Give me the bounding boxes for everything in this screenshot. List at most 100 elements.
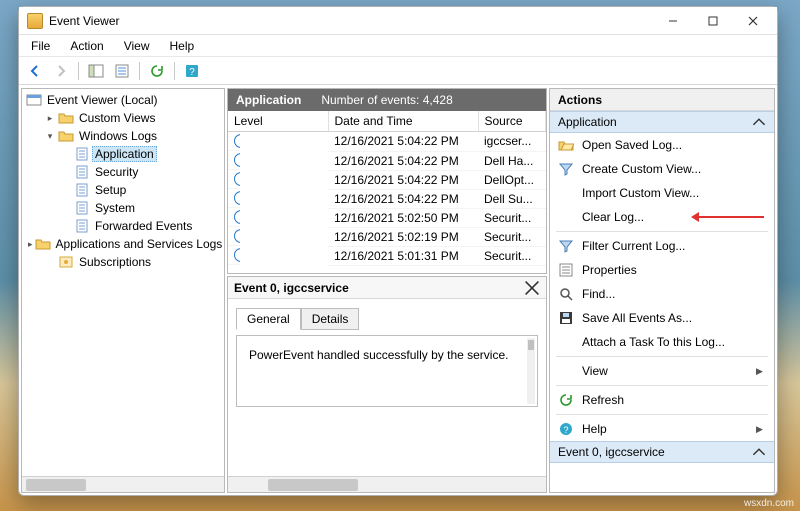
menu-action[interactable]: Action xyxy=(62,37,111,55)
information-icon: i xyxy=(234,229,240,243)
tree-item[interactable]: Security xyxy=(22,163,224,181)
expander-icon[interactable]: ▸ xyxy=(44,112,56,124)
tree-item-label: Security xyxy=(92,164,141,180)
tab-details[interactable]: Details xyxy=(301,308,360,330)
actions-group-application[interactable]: Application xyxy=(550,111,774,133)
tree-item[interactable]: System xyxy=(22,199,224,217)
action-label: Attach a Task To this Log... xyxy=(582,335,766,349)
event-row[interactable]: iInformation12/16/2021 5:01:31 PMSecurit… xyxy=(228,246,546,265)
event-detail-title: Event 0, igccservice xyxy=(234,281,349,295)
col-level[interactable]: Level xyxy=(228,111,328,132)
tree-item[interactable]: ▾ Windows Logs xyxy=(22,127,224,145)
tree-item[interactable]: ▸Applications and Services Logs xyxy=(22,235,224,253)
action-open-saved-log[interactable]: Open Saved Log... xyxy=(550,133,774,157)
toolbar-separator xyxy=(139,62,140,80)
watermark: wsxdn.com xyxy=(744,498,794,509)
action-label: View xyxy=(582,364,748,378)
nav-back-button[interactable] xyxy=(23,60,47,82)
action-label: Import Custom View... xyxy=(582,186,766,200)
nav-forward-button xyxy=(49,60,73,82)
annotation-arrow xyxy=(694,216,764,218)
chevron-right-icon: ▶ xyxy=(756,424,766,435)
tab-general[interactable]: General xyxy=(236,308,301,330)
properties-button[interactable] xyxy=(110,60,134,82)
separator xyxy=(556,414,768,415)
action-save-all-events-as[interactable]: Save All Events As... xyxy=(550,306,774,330)
minimize-button[interactable] xyxy=(653,10,693,32)
actions-group-event[interactable]: Event 0, igccservice xyxy=(550,441,774,463)
menu-help[interactable]: Help xyxy=(162,37,203,55)
action-help[interactable]: ?Help▶ xyxy=(550,417,774,441)
tree-item-label: Subscriptions xyxy=(76,254,154,270)
tree-item-label: Custom Views xyxy=(76,110,158,126)
action-clear-log[interactable]: Clear Log... xyxy=(550,205,774,229)
svg-text:?: ? xyxy=(563,425,568,435)
event-row[interactable]: iInformation12/16/2021 5:02:50 PMSecurit… xyxy=(228,208,546,227)
find-icon xyxy=(558,286,574,302)
collapse-icon[interactable] xyxy=(752,115,766,129)
expander-icon xyxy=(60,166,72,178)
app-icon xyxy=(27,13,43,29)
folder-icon xyxy=(35,236,51,252)
information-icon: i xyxy=(234,134,240,148)
col-datetime[interactable]: Date and Time xyxy=(328,111,478,132)
close-detail-button[interactable] xyxy=(524,280,540,296)
close-button[interactable] xyxy=(733,10,773,32)
main-split: Event Viewer (Local) ▸ Custom Views ▾ Windo… xyxy=(19,85,777,495)
console-tree[interactable]: Event Viewer (Local) ▸ Custom Views ▾ Windo… xyxy=(22,89,224,476)
tree-item[interactable]: Forwarded Events xyxy=(22,217,224,235)
action-filter-current-log[interactable]: Filter Current Log... xyxy=(550,234,774,258)
action-properties[interactable]: Properties xyxy=(550,258,774,282)
maximize-button[interactable] xyxy=(693,10,733,32)
action-label: Save All Events As... xyxy=(582,311,766,325)
show-hide-tree-button[interactable] xyxy=(84,60,108,82)
help-button[interactable]: ? xyxy=(180,60,204,82)
menu-view[interactable]: View xyxy=(116,37,158,55)
actions-title: Actions xyxy=(550,89,774,111)
action-find[interactable]: Find... xyxy=(550,282,774,306)
tree-item-label: Windows Logs xyxy=(76,128,160,144)
detail-hscrollbar[interactable] xyxy=(228,476,546,492)
detail-vscrollbar[interactable] xyxy=(527,338,535,404)
events-grid[interactable]: Level Date and Time Source iInformation1… xyxy=(228,111,546,273)
action-view[interactable]: View ▶ xyxy=(550,359,774,383)
window-title: Event Viewer xyxy=(49,14,653,28)
tree-item[interactable]: Subscriptions xyxy=(22,253,224,271)
detail-tabs: General Details xyxy=(236,307,538,329)
action-attach-a-task-to-this-log[interactable]: Attach a Task To this Log... xyxy=(550,330,774,354)
toolbar-separator xyxy=(174,62,175,80)
action-import-custom-view[interactable]: Import Custom View... xyxy=(550,181,774,205)
collapse-icon[interactable] xyxy=(752,445,766,459)
expander-icon[interactable]: ▸ xyxy=(28,238,33,250)
event-row[interactable]: iInformation12/16/2021 5:04:22 PMDell Ha… xyxy=(228,151,546,170)
log-icon xyxy=(74,164,90,180)
col-source[interactable]: Source xyxy=(478,111,546,132)
information-icon: i xyxy=(234,191,240,205)
subs-icon xyxy=(58,254,74,270)
tree-item[interactable]: Setup xyxy=(22,181,224,199)
event-row[interactable]: iInformation12/16/2021 5:04:22 PMigccser… xyxy=(228,132,546,152)
event-viewer-icon xyxy=(26,92,42,108)
open-icon xyxy=(558,137,574,153)
blank-icon xyxy=(558,363,574,379)
expander-icon[interactable]: ▾ xyxy=(44,130,56,142)
log-icon xyxy=(74,218,90,234)
event-row[interactable]: iInformation12/16/2021 5:04:22 PMDell Su… xyxy=(228,189,546,208)
action-refresh[interactable]: Refresh xyxy=(550,388,774,412)
refresh-button[interactable] xyxy=(145,60,169,82)
action-label: Create Custom View... xyxy=(582,162,766,176)
actions-pane: Actions Application Open Saved Log... Cre… xyxy=(549,88,775,493)
folder-icon xyxy=(58,128,74,144)
tree-item[interactable]: Application xyxy=(22,145,224,163)
menu-file[interactable]: File xyxy=(23,37,58,55)
tree-pane: Event Viewer (Local) ▸ Custom Views ▾ Windo… xyxy=(21,88,225,493)
action-create-custom-view[interactable]: Create Custom View... xyxy=(550,157,774,181)
tree-hscrollbar[interactable] xyxy=(22,476,224,492)
event-row[interactable]: iInformation12/16/2021 5:04:22 PMDellOpt… xyxy=(228,170,546,189)
event-row[interactable]: iInformation12/16/2021 5:02:19 PMSecurit… xyxy=(228,227,546,246)
save-icon xyxy=(558,310,574,326)
tree-root[interactable]: Event Viewer (Local) xyxy=(22,91,224,109)
chevron-right-icon: ▶ xyxy=(756,366,766,377)
tree-item[interactable]: ▸ Custom Views xyxy=(22,109,224,127)
tree-item-label: Forwarded Events xyxy=(92,218,195,234)
